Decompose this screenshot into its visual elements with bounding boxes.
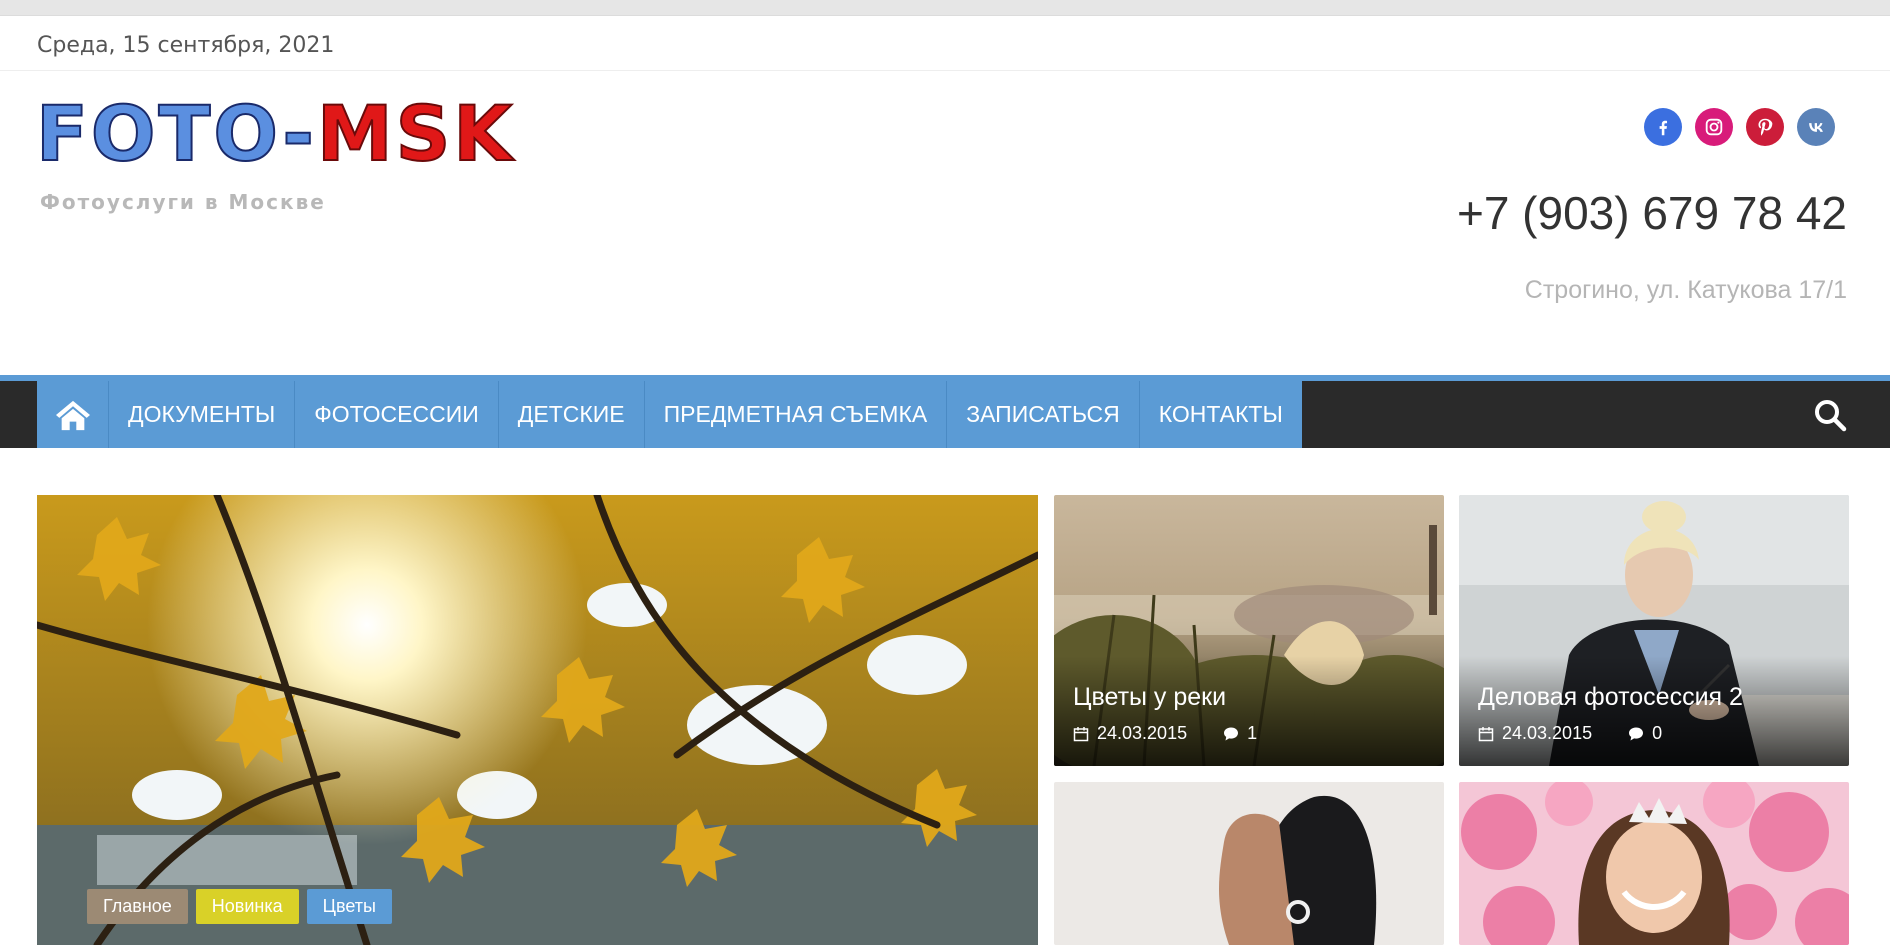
calendar-icon [1478, 726, 1494, 741]
tag-new[interactable]: Новинка [195, 889, 299, 924]
post-title[interactable]: Цветы у реки [1073, 683, 1226, 712]
nav-item-product-photo[interactable]: ПРЕДМЕТНАЯ СЪЕМКА [645, 381, 948, 448]
comment-count[interactable]: 1 [1247, 723, 1257, 744]
facebook-icon[interactable] [1644, 108, 1682, 146]
post-card[interactable] [1054, 782, 1444, 945]
calendar-icon [1073, 726, 1089, 741]
logo-tagline: Фотоуслуги в Москве [40, 190, 326, 214]
post-card[interactable] [1459, 782, 1849, 945]
browser-strip [0, 0, 1890, 16]
post-meta: 24.03.2015 1 [1073, 723, 1257, 744]
nav-item-contacts[interactable]: КОНТАКТЫ [1140, 381, 1302, 448]
post-date[interactable]: 24.03.2015 [1097, 723, 1187, 744]
top-bar: Среда, 15 сентября, 2021 [0, 16, 1890, 71]
nav-item-signup[interactable]: ЗАПИСАТЬСЯ [947, 381, 1140, 448]
post-title[interactable]: Деловая фотосессия 2 [1478, 683, 1743, 712]
phone-number[interactable]: +7 (903) 679 78 42 [1457, 186, 1847, 240]
comment-count[interactable]: 0 [1652, 723, 1662, 744]
nav-item-kids[interactable]: ДЕТСКИЕ [499, 381, 645, 448]
post-tags: Главное Новинка Цветы [87, 889, 392, 924]
instagram-icon[interactable] [1695, 108, 1733, 146]
post-meta: 24.03.2015 0 [1478, 723, 1662, 744]
featured-post-image[interactable]: Главное Новинка Цветы [37, 495, 1038, 945]
post-card[interactable]: Цветы у реки 24.03.2015 1 [1054, 495, 1444, 766]
nav-item-photosessions[interactable]: ФОТОСЕССИИ [295, 381, 499, 448]
tag-flowers[interactable]: Цветы [306, 889, 392, 924]
nav-item-documents[interactable]: ДОКУМЕНТЫ [109, 381, 296, 448]
main-navigation: ДОКУМЕНТЫ ФОТОСЕССИИ ДЕТСКИЕ ПРЕДМЕТНАЯ … [0, 375, 1890, 448]
vk-icon[interactable] [1797, 108, 1835, 146]
logo-text: FOTO-MSK [35, 89, 516, 178]
social-links [1644, 108, 1835, 146]
search-icon[interactable] [1812, 397, 1848, 433]
current-date: Среда, 15 сентября, 2021 [37, 33, 335, 58]
comment-icon [1629, 727, 1644, 740]
tag-main[interactable]: Главное [87, 889, 188, 924]
autumn-leaves-photo [37, 495, 1038, 945]
home-icon[interactable] [37, 381, 109, 448]
portrait-woman-photo [1054, 782, 1444, 945]
post-card[interactable]: Деловая фотосессия 2 24.03.2015 0 [1459, 495, 1849, 766]
nav-menu: ДОКУМЕНТЫ ФОТОСЕССИИ ДЕТСКИЕ ПРЕДМЕТНАЯ … [37, 381, 1302, 448]
girl-balloons-photo [1459, 782, 1849, 945]
address: Строгино, ул. Катукова 17/1 [1524, 276, 1847, 304]
site-logo[interactable]: FOTO-MSK Фотоуслуги в Москве [35, 93, 513, 215]
comment-icon [1224, 727, 1239, 740]
site-header: FOTO-MSK Фотоуслуги в Москве +7 (903) 67… [0, 71, 1890, 375]
pinterest-icon[interactable] [1746, 108, 1784, 146]
post-date[interactable]: 24.03.2015 [1502, 723, 1592, 744]
